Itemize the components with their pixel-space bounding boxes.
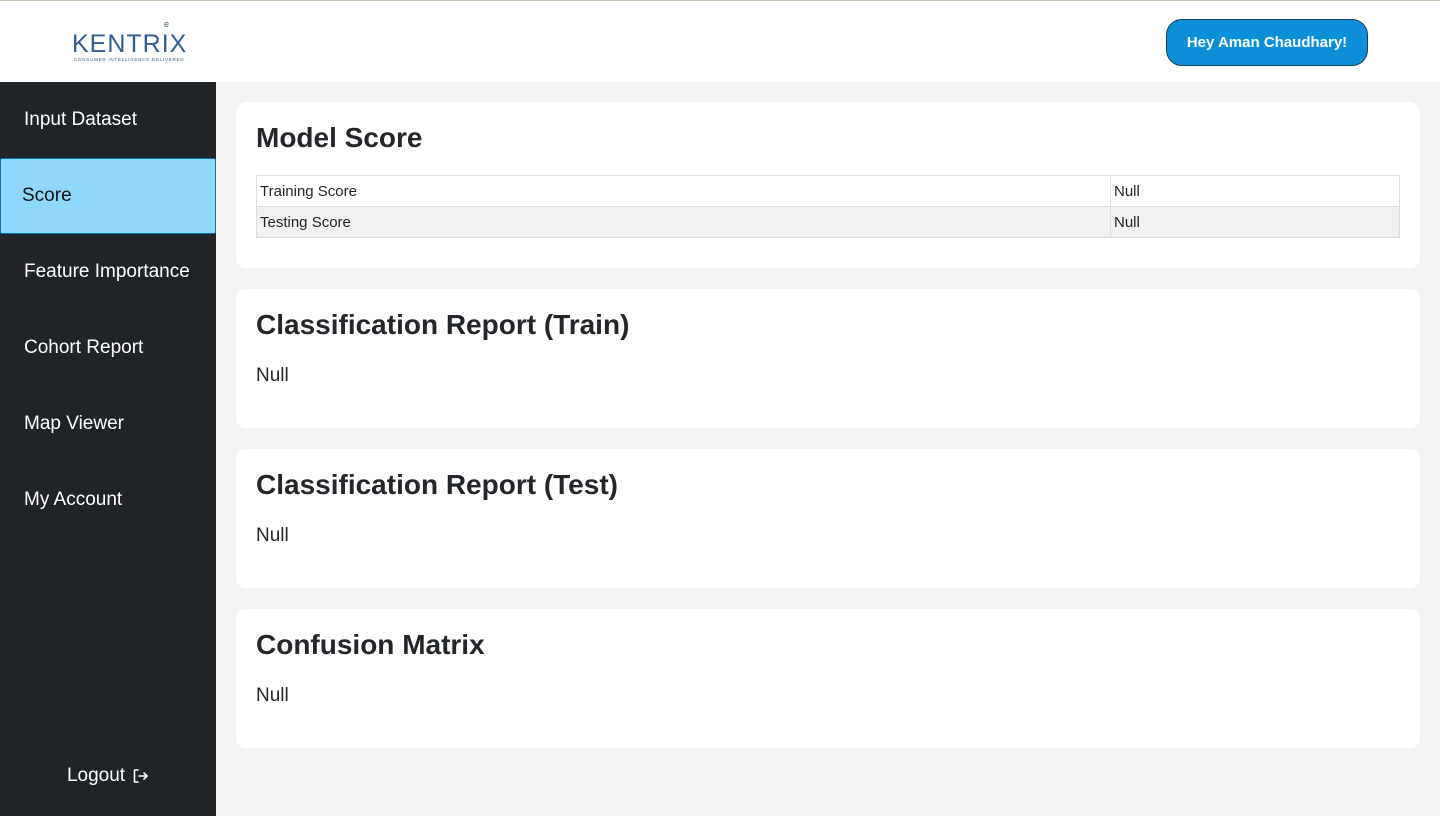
logo-mark-icon: e xyxy=(164,19,170,29)
logo-tagline: CONSUMER INTELLIGENCE DELIVERED xyxy=(74,57,185,62)
sidebar-item-map-viewer[interactable]: Map Viewer xyxy=(0,386,216,462)
classification-report-train-value: Null xyxy=(256,365,289,386)
kentrix-logo[interactable]: e KENTRIX CONSUMER INTELLIGENCE DELIVERE… xyxy=(72,19,194,65)
confusion-matrix-value: Null xyxy=(256,685,289,706)
sidebar-item-label: Input Dataset xyxy=(24,109,138,130)
classification-report-train-card: Classification Report (Train) Null xyxy=(236,289,1420,428)
table-row: Training Score Null xyxy=(256,175,1400,207)
logo-wordmark: KENTRIX xyxy=(72,30,188,58)
sidebar-item-input-dataset[interactable]: Input Dataset xyxy=(0,82,216,158)
confusion-matrix-card: Confusion Matrix Null xyxy=(236,609,1420,748)
training-score-label: Training Score xyxy=(256,175,1111,207)
user-greeting-button[interactable]: Hey Aman Chaudhary! xyxy=(1166,19,1368,66)
sidebar-item-cohort-report[interactable]: Cohort Report xyxy=(0,310,216,386)
sidebar-item-label: Feature Importance xyxy=(24,261,190,282)
model-score-table: Training Score Null Testing Score Null xyxy=(256,175,1400,238)
confusion-matrix-title: Confusion Matrix xyxy=(256,629,485,660)
logout-icon xyxy=(133,769,148,783)
table-row: Testing Score Null xyxy=(256,206,1400,238)
classification-report-train-title: Classification Report (Train) xyxy=(256,309,630,340)
sidebar-item-label: Cohort Report xyxy=(24,337,144,358)
logout-label: Logout xyxy=(66,765,126,786)
training-score-value: Null xyxy=(1110,175,1400,207)
model-score-title: Model Score xyxy=(256,122,423,153)
sidebar-item-label: Score xyxy=(22,185,72,206)
classification-report-test-title: Classification Report (Test) xyxy=(256,469,618,500)
testing-score-value: Null xyxy=(1110,206,1400,238)
app-header: e KENTRIX CONSUMER INTELLIGENCE DELIVERE… xyxy=(0,1,1440,82)
sidebar: Input Dataset Score Feature Importance C… xyxy=(0,82,216,816)
sidebar-item-label: My Account xyxy=(24,489,123,510)
testing-score-label: Testing Score xyxy=(256,206,1111,238)
sidebar-item-feature-importance[interactable]: Feature Importance xyxy=(0,234,216,310)
logout-button[interactable]: Logout xyxy=(0,754,216,798)
sidebar-item-label: Map Viewer xyxy=(24,413,124,434)
model-score-card: Model Score Training Score Null Testing … xyxy=(236,102,1420,268)
sidebar-item-my-account[interactable]: My Account xyxy=(0,462,216,538)
classification-report-test-card: Classification Report (Test) Null xyxy=(236,449,1420,588)
sidebar-item-score[interactable]: Score xyxy=(0,158,216,234)
classification-report-test-value: Null xyxy=(256,525,289,546)
